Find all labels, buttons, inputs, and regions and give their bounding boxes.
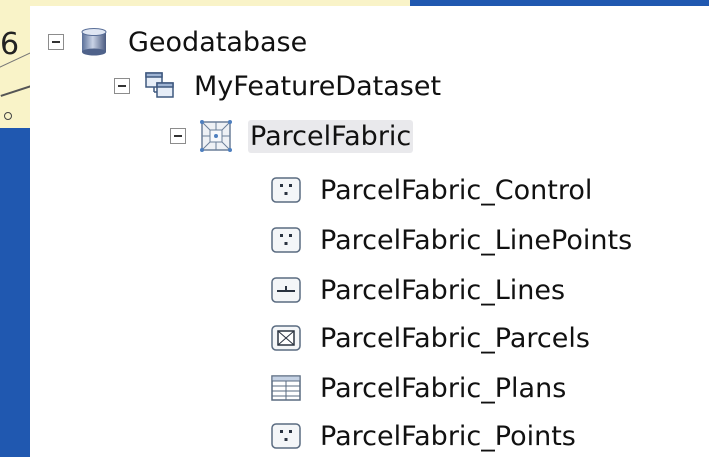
tree-node-table[interactable]: ParcelFabric_Plans [270,364,568,412]
desktop-background [0,128,30,457]
tree-node-label: ParcelFabric_Lines [320,274,566,306]
point-feature-class-icon [271,423,301,449]
tree-node-label: ParcelFabric_Plans [320,372,567,404]
collapse-toggle-icon[interactable] [114,78,130,94]
geodatabase-icon [81,28,107,56]
point-feature-class-icon [271,227,301,253]
tree-node-feature-class[interactable]: ParcelFabric_Parcels [270,314,592,362]
tree-node-geodatabase[interactable]: Geodatabase [48,18,309,66]
map-road-line [0,85,30,97]
map-point-marker [4,112,12,120]
map-label-fragment: 6 [0,27,20,62]
catalog-tree-panel: Geodatabase MyFeatureDataset ParcelFabri… [30,6,709,457]
tree-node-feature-class[interactable]: ParcelFabric_Lines [270,266,567,314]
tree-node-label: ParcelFabric_Control [320,174,593,206]
tree-node-label: MyFeatureDataset [194,70,442,102]
tree-node-label: Geodatabase [128,26,308,58]
table-icon [271,375,301,401]
collapse-toggle-icon[interactable] [170,128,186,144]
collapse-toggle-icon[interactable] [48,34,64,50]
point-feature-class-icon [271,177,301,203]
line-feature-class-icon [271,277,301,303]
tree-node-label: ParcelFabric_Parcels [320,322,590,354]
tree-node-label: ParcelFabric_LinePoints [320,224,633,256]
tree-node-feature-class[interactable]: ParcelFabric_LinePoints [270,216,634,264]
tree-node-label-selected: ParcelFabric [248,119,414,153]
tree-node-label: ParcelFabric_Points [320,420,576,452]
background-map-fragment: 6 [0,0,31,128]
feature-dataset-icon [145,72,174,98]
tree-node-feature-dataset[interactable]: MyFeatureDataset [114,62,443,110]
tree-node-feature-class[interactable]: ParcelFabric_Control [270,166,594,214]
tree-node-parcel-fabric[interactable]: ParcelFabric [170,112,414,160]
tree-node-feature-class[interactable]: ParcelFabric_Points [270,412,578,457]
parcel-fabric-icon [200,120,232,152]
polygon-feature-class-icon [271,325,301,351]
